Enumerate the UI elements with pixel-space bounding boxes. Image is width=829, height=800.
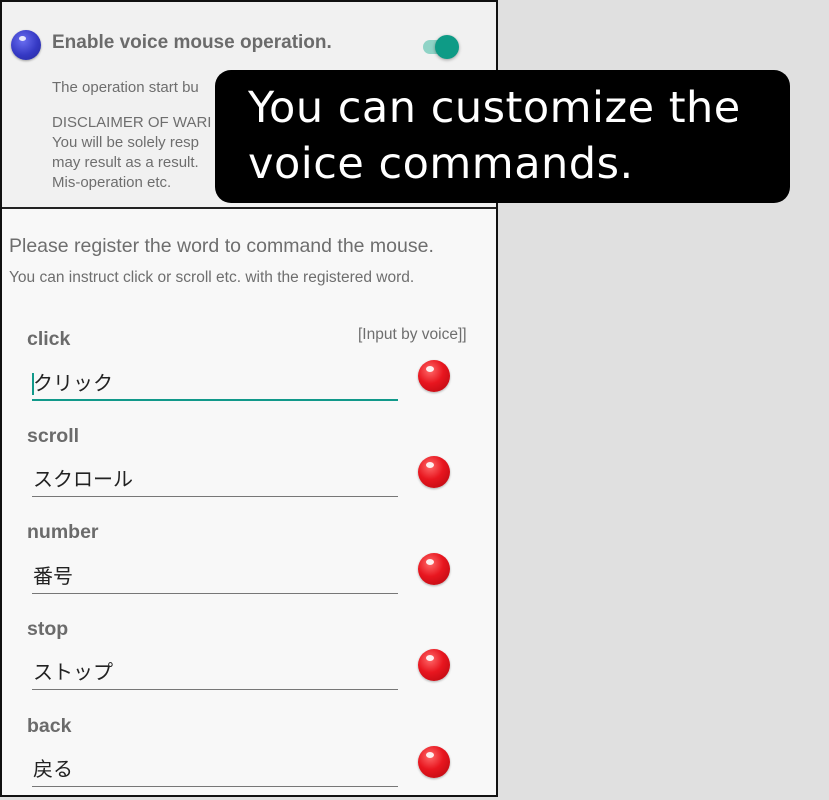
command-input-number[interactable]: 番号 [32, 562, 398, 594]
record-voice-button-stop[interactable] [418, 649, 450, 681]
tutorial-callout: You can customize the voice commands. [215, 70, 790, 203]
command-label-number: number [27, 521, 99, 543]
record-voice-button-number[interactable] [418, 553, 450, 585]
register-heading: Please register the word to command the … [9, 235, 434, 257]
command-input-scroll[interactable]: スクロール [32, 465, 398, 497]
input-by-voice-label: [Input by voice]] [358, 326, 467, 343]
command-label-click: click [27, 328, 71, 350]
command-input-back[interactable]: 戻る [32, 755, 398, 787]
disclaimer-text-line: Mis-operation etc. [52, 174, 172, 191]
command-input-value: 戻る [33, 759, 73, 781]
command-label-scroll: scroll [27, 425, 80, 447]
operation-start-text: The operation start bu [52, 79, 199, 96]
enable-voice-toggle[interactable] [423, 35, 459, 59]
record-voice-button-click[interactable] [418, 360, 450, 392]
command-input-value: ストップ [33, 662, 113, 684]
command-input-click[interactable]: クリック [32, 369, 398, 401]
command-input-stop[interactable]: ストップ [32, 658, 398, 690]
command-input-value: スクロール [33, 469, 133, 491]
record-voice-button-back[interactable] [418, 746, 450, 778]
callout-text-line: voice commands. [248, 139, 634, 189]
disclaimer-text-line: You will be solely resp [52, 134, 200, 151]
command-label-back: back [27, 715, 72, 737]
command-input-value: 番号 [33, 566, 73, 588]
register-subheading: You can instruct click or scroll etc. wi… [9, 269, 415, 286]
command-input-value: クリック [33, 373, 113, 395]
voice-status-icon [11, 30, 41, 60]
record-voice-button-scroll[interactable] [418, 456, 450, 488]
callout-text-line: You can customize the [248, 83, 741, 133]
enable-voice-title: Enable voice mouse operation. [52, 32, 332, 53]
toggle-knob [435, 35, 459, 59]
disclaimer-text-line: may result as a result. [52, 154, 199, 171]
command-label-stop: stop [27, 618, 69, 640]
disclaimer-heading: DISCLAIMER OF WARI [52, 114, 212, 131]
